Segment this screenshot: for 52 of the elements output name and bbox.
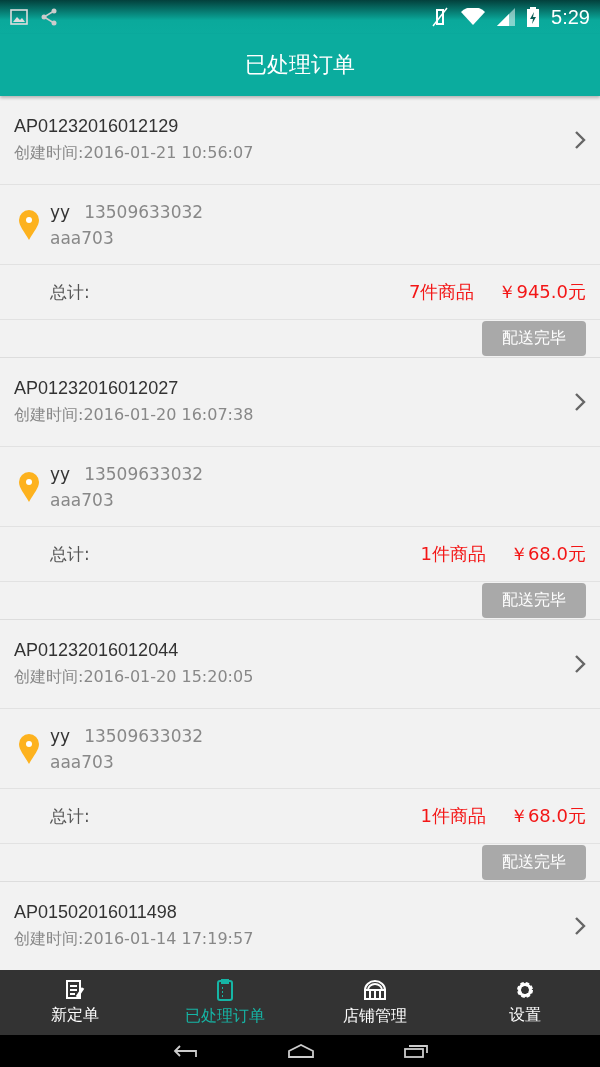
created-time: 创建时间:2016-01-20 15:20:05 xyxy=(14,667,255,688)
back-icon[interactable] xyxy=(172,1043,198,1059)
location-pin-icon xyxy=(18,208,40,241)
nav-tab[interactable]: 设置 xyxy=(450,970,600,1035)
customer-name: yy xyxy=(50,463,71,484)
image-icon xyxy=(10,9,28,25)
total-label: 总计: xyxy=(50,804,91,828)
settings-icon xyxy=(514,979,536,1001)
chevron-right-icon[interactable] xyxy=(574,130,586,150)
mute-icon xyxy=(431,7,450,27)
created-time: 创建时间:2016-01-21 10:56:07 xyxy=(14,143,255,164)
phone-number: 13509633032 xyxy=(84,463,204,484)
phone-number: 13509633032 xyxy=(84,201,204,222)
page-title: 已处理订单 xyxy=(245,51,355,79)
chevron-right-icon[interactable] xyxy=(574,916,586,936)
total-label: 总计: xyxy=(50,280,91,304)
clock: 5:29 xyxy=(551,5,590,29)
created-time: 创建时间:2016-01-20 16:07:38 xyxy=(14,405,255,426)
location-pin-icon xyxy=(18,470,40,503)
signal-icon xyxy=(497,8,516,26)
wifi-icon xyxy=(461,8,486,26)
item-count: 7件商品 xyxy=(409,280,475,304)
total-amount: ￥68.0元 xyxy=(509,542,586,566)
phone-number: 13509633032 xyxy=(84,725,204,746)
recents-icon[interactable] xyxy=(404,1044,428,1058)
nav-tab[interactable]: 店铺管理 xyxy=(300,970,450,1035)
order-number: AP01232016012129 xyxy=(14,116,180,137)
order-number: AP01502016011498 xyxy=(14,902,178,923)
created-time: 创建时间:2016-01-14 17:19:57 xyxy=(14,929,255,950)
customer-name: yy xyxy=(50,201,71,222)
nav-tab[interactable]: 新定单 xyxy=(0,970,150,1035)
order-number: AP01232016012027 xyxy=(14,378,180,399)
edit-icon xyxy=(64,979,86,1001)
total-label: 总计: xyxy=(50,542,91,566)
address: aaa703 xyxy=(50,227,115,248)
home-icon[interactable] xyxy=(288,1044,314,1058)
order-number: AP01232016012044 xyxy=(14,640,180,661)
chevron-right-icon[interactable] xyxy=(574,654,586,674)
item-count: 1件商品 xyxy=(420,804,486,828)
battery-icon xyxy=(527,7,540,27)
store-icon xyxy=(362,978,388,1002)
item-count: 1件商品 xyxy=(420,542,486,566)
total-amount: ￥945.0元 xyxy=(498,280,586,304)
total-amount: ￥68.0元 xyxy=(509,804,586,828)
chevron-right-icon[interactable] xyxy=(574,392,586,412)
customer-name: yy xyxy=(50,725,71,746)
clipboard-icon xyxy=(214,978,236,1002)
address: aaa703 xyxy=(50,751,115,772)
share-icon xyxy=(40,8,58,26)
nav-tab[interactable]: 已处理订单 xyxy=(150,970,300,1035)
address: aaa703 xyxy=(50,489,115,510)
location-pin-icon xyxy=(18,732,40,765)
